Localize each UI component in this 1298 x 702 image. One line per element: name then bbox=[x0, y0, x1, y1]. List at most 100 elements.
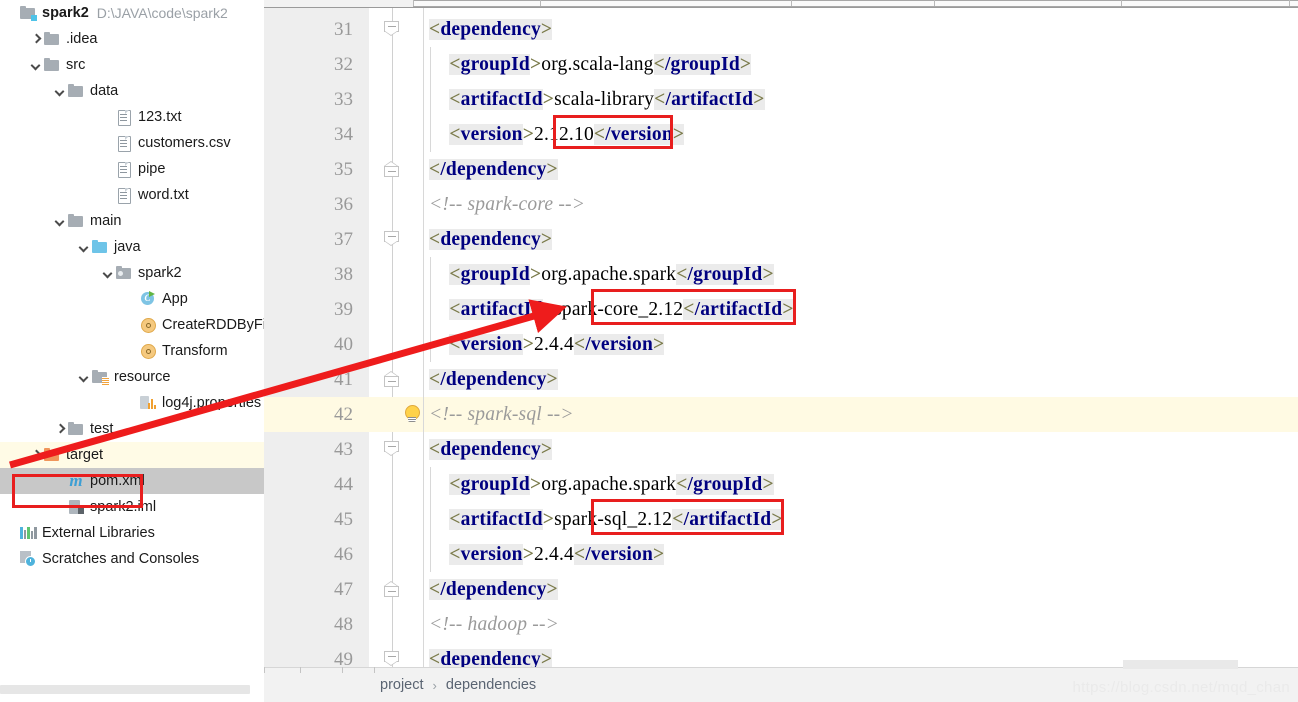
gutter-line-43[interactable]: 43 bbox=[264, 432, 369, 467]
project-pane-horizontal-scrollbar[interactable] bbox=[0, 685, 250, 694]
tree-item-createrddbyfil[interactable]: CreateRDDByFil bbox=[0, 312, 264, 338]
chevron-right-icon[interactable] bbox=[30, 33, 43, 46]
code-line-47[interactable]: </dependency> bbox=[424, 572, 1298, 607]
chevron-right-icon[interactable] bbox=[54, 423, 67, 436]
tree-item-transform[interactable]: Transform bbox=[0, 338, 264, 364]
chevron-down-icon[interactable] bbox=[102, 267, 115, 280]
code-line-40[interactable]: <version>2.4.4</version> bbox=[424, 327, 1298, 362]
line-number: 32 bbox=[334, 54, 353, 75]
fold-collapse-up-icon[interactable] bbox=[384, 371, 401, 387]
fold-collapse-down-icon[interactable] bbox=[384, 21, 401, 37]
line-number: 37 bbox=[334, 229, 353, 250]
code-folding-strip[interactable] bbox=[369, 8, 424, 668]
fold-collapse-down-icon[interactable] bbox=[384, 231, 401, 247]
tree-item-java[interactable]: java bbox=[0, 234, 264, 260]
code-line-43[interactable]: <dependency> bbox=[424, 432, 1298, 467]
tree-item-spark2[interactable]: spark2 bbox=[0, 260, 264, 286]
fold-collapse-up-icon[interactable] bbox=[384, 161, 401, 177]
fold-collapse-up-icon[interactable] bbox=[384, 581, 401, 597]
gutter-line-48[interactable]: 48 bbox=[264, 607, 369, 642]
gutter-line-38[interactable]: 38 bbox=[264, 257, 369, 292]
code-line-48[interactable]: <!-- hadoop --> bbox=[424, 607, 1298, 642]
code-line-38[interactable]: <groupId>org.apache.spark</groupId> bbox=[424, 257, 1298, 292]
code-text: <groupId>org.apache.spark</groupId> bbox=[429, 257, 774, 292]
tree-item-customers-csv[interactable]: customers.csv bbox=[0, 130, 264, 156]
code-line-33[interactable]: <artifactId>scala-library</artifactId> bbox=[424, 82, 1298, 117]
code-line-37[interactable]: <dependency> bbox=[424, 222, 1298, 257]
gutter-line-36[interactable]: 36 bbox=[264, 187, 369, 222]
tree-item-log4j-properties[interactable]: log4j.properties bbox=[0, 390, 264, 416]
code-token: > bbox=[542, 299, 555, 320]
gutter-line-31[interactable]: 31 bbox=[264, 12, 369, 47]
tree-item-main[interactable]: main bbox=[0, 208, 264, 234]
tree-item-src[interactable]: src bbox=[0, 52, 264, 78]
editor-area[interactable]: 31 32 33 34 35 36 37 38 39 40 41 42 43 44 45 46 47 48 49 <… bbox=[264, 0, 1298, 702]
breadcrumb-item-project[interactable]: project bbox=[380, 677, 424, 693]
tree-item-data[interactable]: data bbox=[0, 78, 264, 104]
tree-item-pipe[interactable]: pipe bbox=[0, 156, 264, 182]
code-token: < bbox=[654, 89, 666, 110]
code-line-36[interactable]: <!-- spark-core --> bbox=[424, 187, 1298, 222]
code-line-46[interactable]: <version>2.4.4</version> bbox=[424, 537, 1298, 572]
code-text: </dependency> bbox=[429, 572, 558, 607]
fold-row-37 bbox=[369, 222, 424, 257]
tree-twisty-none bbox=[102, 189, 115, 202]
chevron-right-icon[interactable] bbox=[30, 449, 43, 462]
code-token: dependency bbox=[440, 649, 541, 668]
tree-item-target[interactable]: target bbox=[0, 442, 264, 468]
gutter-line-41[interactable]: 41 bbox=[264, 362, 369, 397]
chevron-down-icon[interactable] bbox=[54, 85, 67, 98]
gutter-line-42[interactable]: 42 bbox=[264, 397, 369, 432]
code-line-41[interactable]: </dependency> bbox=[424, 362, 1298, 397]
editor-gutter[interactable]: 31 32 33 34 35 36 37 38 39 40 41 42 43 44 45 46 47 48 49 bbox=[264, 8, 369, 670]
code-line-32[interactable]: <groupId>org.scala-lang</groupId> bbox=[424, 47, 1298, 82]
breadcrumb-item-dependencies[interactable]: dependencies bbox=[446, 677, 536, 693]
fold-row-46 bbox=[369, 537, 424, 572]
code-content[interactable]: <dependency> <groupId>org.scala-lang</gr… bbox=[424, 8, 1298, 668]
gutter-line-40[interactable]: 40 bbox=[264, 327, 369, 362]
code-token: /dependency bbox=[440, 159, 547, 180]
tree-twisty-none bbox=[102, 163, 115, 176]
gutter-line-37[interactable]: 37 bbox=[264, 222, 369, 257]
project-root-row[interactable]: spark2 D:\JAVA\code\spark2 bbox=[0, 0, 264, 26]
code-line-44[interactable]: <groupId>org.apache.spark</groupId> bbox=[424, 467, 1298, 502]
gutter-line-47[interactable]: 47 bbox=[264, 572, 369, 607]
gutter-line-33[interactable]: 33 bbox=[264, 82, 369, 117]
editor-bottom-scroll-handle[interactable] bbox=[1123, 660, 1238, 669]
code-token: < bbox=[653, 54, 665, 75]
toolbar-navigation-bar[interactable] bbox=[413, 0, 1298, 7]
code-token: < bbox=[429, 159, 441, 180]
tree-item-scratches-and-consoles[interactable]: Scratches and Consoles bbox=[0, 546, 264, 572]
project-tool-window[interactable]: spark2 D:\JAVA\code\spark2 .idea src data 1… bbox=[0, 0, 264, 702]
code-line-42[interactable]: <!-- spark-sql --> bbox=[424, 397, 1298, 432]
fold-collapse-down-icon[interactable] bbox=[384, 441, 401, 457]
tree-item-test[interactable]: test bbox=[0, 416, 264, 442]
code-line-31[interactable]: <dependency> bbox=[424, 12, 1298, 47]
chevron-down-icon[interactable] bbox=[30, 59, 43, 72]
gutter-line-39[interactable]: 39 bbox=[264, 292, 369, 327]
gutter-line-35[interactable]: 35 bbox=[264, 152, 369, 187]
tree-item-resource[interactable]: resource bbox=[0, 364, 264, 390]
code-token: < bbox=[449, 264, 461, 285]
chevron-down-icon[interactable] bbox=[54, 215, 67, 228]
tree-item-app[interactable]: C App bbox=[0, 286, 264, 312]
tree-item-idea[interactable]: .idea bbox=[0, 26, 264, 52]
gutter-line-32[interactable]: 32 bbox=[264, 47, 369, 82]
intention-bulb-icon[interactable] bbox=[403, 405, 420, 423]
gutter-line-44[interactable]: 44 bbox=[264, 467, 369, 502]
editor-toolbar-strip[interactable] bbox=[264, 0, 1298, 8]
chevron-down-icon[interactable] bbox=[78, 371, 91, 384]
tree-item-external-libraries[interactable]: External Libraries bbox=[0, 520, 264, 546]
fold-collapse-down-icon[interactable] bbox=[384, 651, 401, 667]
fold-row-39 bbox=[369, 292, 424, 327]
gutter-line-34[interactable]: 34 bbox=[264, 117, 369, 152]
gutter-line-45[interactable]: 45 bbox=[264, 502, 369, 537]
gutter-line-46[interactable]: 46 bbox=[264, 537, 369, 572]
code-line-45[interactable]: <artifactId>spark-sql_2.12</artifactId> bbox=[424, 502, 1298, 537]
code-text: <!-- spark-core --> bbox=[429, 187, 585, 222]
chevron-down-icon[interactable] bbox=[78, 241, 91, 254]
tree-item-word-txt[interactable]: word.txt bbox=[0, 182, 264, 208]
code-line-35[interactable]: </dependency> bbox=[424, 152, 1298, 187]
tree-item-123-txt[interactable]: 123.txt bbox=[0, 104, 264, 130]
code-line-39[interactable]: <artifactId>spark-core_2.12</artifactId> bbox=[424, 292, 1298, 327]
